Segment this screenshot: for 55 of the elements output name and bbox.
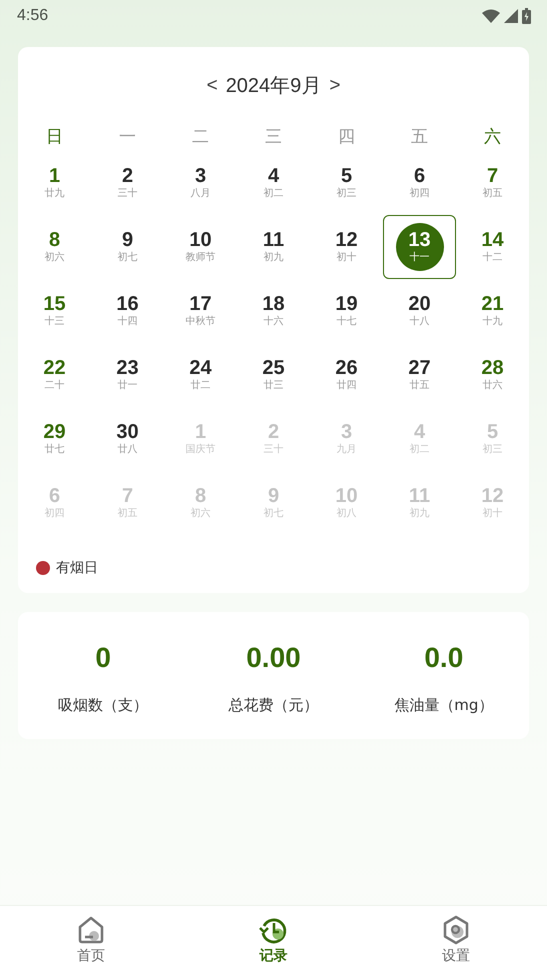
weekday-label: 四 <box>337 126 356 149</box>
calendar-day[interactable]: 29 廿七 <box>18 407 91 471</box>
stat-label: 焦油量（mg） <box>394 696 494 715</box>
calendar-day[interactable]: 25 廿三 <box>237 343 310 407</box>
calendar-day[interactable]: 16 十四 <box>91 279 164 343</box>
calendar-day[interactable]: 14 十二 <box>456 215 529 279</box>
stat-value: 0 <box>95 642 111 674</box>
weekday-label: 五 <box>410 126 429 149</box>
calendar-day[interactable]: 10 教师节 <box>164 215 237 279</box>
nav-tab[interactable]: 记录 <box>182 906 365 974</box>
calendar-day[interactable]: 30 廿八 <box>91 407 164 471</box>
calendar-day[interactable]: 22 二十 <box>18 343 91 407</box>
weekday-label: 日 <box>45 126 64 149</box>
calendar-day[interactable]: 23 廿一 <box>91 343 164 407</box>
previous-month-button[interactable]: < <box>206 74 218 96</box>
calendar-day[interactable]: 2 三十 <box>91 151 164 215</box>
status-time: 4:56 <box>17 6 48 24</box>
calendar-day[interactable]: 20 十八 <box>383 279 456 343</box>
calendar-day[interactable]: 6 初四 <box>383 151 456 215</box>
calendar-day[interactable]: 12 初十 <box>310 215 383 279</box>
calendar-day[interactable]: 8 初六 <box>18 215 91 279</box>
calendar-day[interactable]: 27 廿五 <box>383 343 456 407</box>
stat-value: 0.0 <box>424 642 464 674</box>
calendar-day[interactable]: 15 十三 <box>18 279 91 343</box>
battery-icon <box>522 8 531 24</box>
calendar-day[interactable]: 18 十六 <box>237 279 310 343</box>
calendar-day[interactable]: 26 廿四 <box>310 343 383 407</box>
calendar-day[interactable]: 3 八月 <box>164 151 237 215</box>
calendar-day[interactable]: 7 初五 <box>456 151 529 215</box>
calendar-day[interactable]: 19 十七 <box>310 279 383 343</box>
calendar-day[interactable]: 21 十九 <box>456 279 529 343</box>
next-month-button[interactable]: > <box>329 74 340 96</box>
calendar-day[interactable]: 9 初七 <box>91 215 164 279</box>
signal-icon <box>504 8 518 22</box>
calendar-day[interactable]: 1 廿九 <box>18 151 91 215</box>
stat-value: 0.00 <box>246 642 301 674</box>
weekday-label: 二 <box>191 126 210 149</box>
weekday-label: 六 <box>483 126 502 149</box>
weekday-label: 三 <box>264 126 283 149</box>
calendar-day[interactable]: 4 初二 <box>237 151 310 215</box>
home-icon <box>76 915 106 945</box>
nav-tab[interactable]: 首页 <box>0 906 182 974</box>
calendar-day[interactable]: 11 初九 <box>237 215 310 279</box>
calendar-day[interactable]: 28 廿六 <box>456 343 529 407</box>
calendar-day[interactable]: 17 中秋节 <box>164 279 237 343</box>
wifi-icon <box>482 8 500 22</box>
calendar-day[interactable]: 24 廿二 <box>164 343 237 407</box>
nav-tab[interactable]: 设置 <box>364 906 547 974</box>
legend-label: 有烟日 <box>56 559 98 577</box>
weekday-label: 一 <box>118 126 137 149</box>
calendar-day[interactable]: 5 初三 <box>310 151 383 215</box>
month-title: 2024年9月 <box>226 74 322 99</box>
stat-label: 吸烟数（支） <box>58 696 148 715</box>
calendar-day[interactable]: 13 十一 <box>383 215 456 279</box>
stat-label: 总花费（元） <box>228 696 318 715</box>
